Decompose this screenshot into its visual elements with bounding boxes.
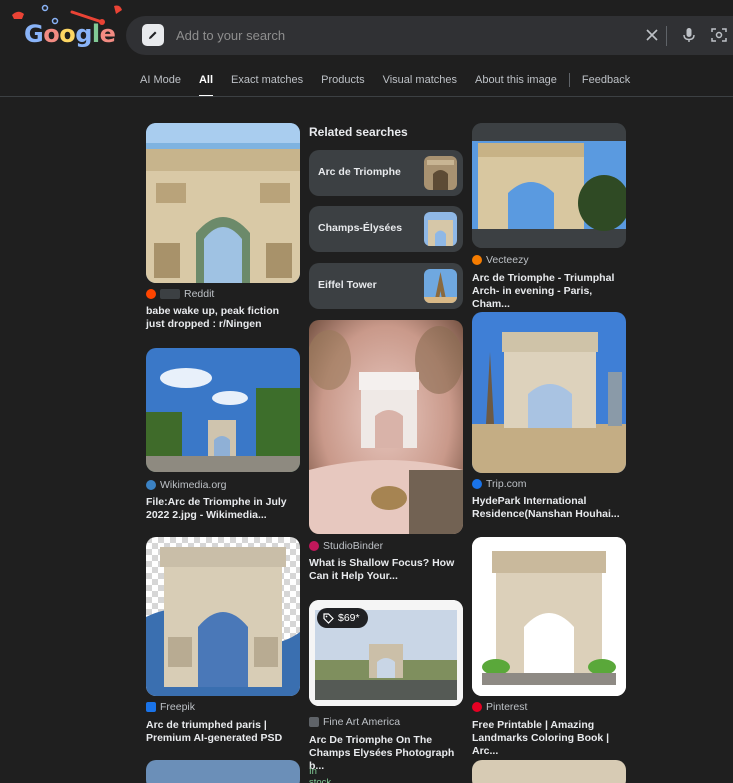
result-source: Reddit (184, 288, 215, 300)
header-divider (0, 96, 733, 97)
price-badge: $69* (317, 608, 368, 628)
related-thumb (424, 156, 457, 190)
tab-all[interactable]: All (198, 73, 214, 97)
search-input[interactable] (176, 16, 626, 55)
trip-favicon-icon (472, 479, 482, 489)
result-source: Freepik (160, 701, 196, 713)
related-chip-label: Champs-Élysées (318, 222, 403, 234)
result-image[interactable] (146, 123, 300, 283)
results-tabs: AI Mode All Exact matches Products Visua… (140, 73, 648, 97)
tab-exact-matches[interactable]: Exact matches (231, 73, 303, 97)
search-divider (666, 26, 667, 46)
stock-status: In stock (309, 766, 332, 783)
image-chip[interactable] (142, 24, 164, 46)
tab-ai-mode[interactable]: AI Mode (140, 73, 181, 97)
related-chip-eiffel-tower[interactable]: Eiffel Tower (309, 263, 463, 309)
mic-icon[interactable] (680, 26, 698, 44)
tab-products[interactable]: Products (321, 73, 364, 97)
related-chip-label: Arc de Triomphe (318, 166, 401, 178)
fine-art-america-favicon-icon (309, 717, 319, 727)
related-chip-champs-elysees[interactable]: Champs-Élysées (309, 206, 463, 252)
result-title[interactable]: babe wake up, peak fiction just dropped … (146, 305, 300, 331)
shield-badge-icon (160, 289, 180, 299)
search-bar (126, 16, 733, 55)
result-image[interactable] (146, 760, 300, 783)
clear-icon[interactable] (643, 26, 661, 44)
result-image[interactable] (309, 320, 463, 534)
result-image[interactable] (146, 348, 300, 472)
freepik-favicon-icon (146, 702, 156, 712)
related-thumb (424, 212, 457, 246)
related-searches-heading: Related searches (309, 125, 408, 139)
related-chip-label: Eiffel Tower (318, 279, 377, 291)
result-image[interactable] (472, 760, 626, 783)
result-image[interactable]: $69* (309, 600, 463, 706)
tab-visual-matches[interactable]: Visual matches (383, 73, 457, 97)
logo-wordmark: Google (24, 20, 116, 48)
result-source: Wikimedia.org (160, 479, 227, 491)
result-source: StudioBinder (323, 540, 384, 552)
related-chip-arc-de-triomphe[interactable]: Arc de Triomphe (309, 150, 463, 196)
pencil-icon (149, 31, 157, 39)
result-title[interactable]: Free Printable | Amazing Landmarks Color… (472, 719, 626, 758)
reddit-favicon-icon (146, 289, 156, 299)
result-image[interactable] (472, 537, 626, 696)
result-image[interactable] (472, 123, 626, 248)
result-title[interactable]: Arc De Triomphe On The Champs Elysées Ph… (309, 734, 463, 773)
tag-icon (323, 612, 334, 624)
wikimedia-favicon-icon (146, 480, 156, 490)
vecteezy-favicon-icon (472, 255, 482, 265)
result-source: Trip.com (486, 478, 527, 490)
result-title[interactable]: What is Shallow Focus? How Can it Help Y… (309, 557, 463, 583)
tab-feedback[interactable]: Feedback (582, 73, 630, 97)
result-source: Pinterest (486, 701, 528, 713)
result-source: Vecteezy (486, 254, 529, 266)
result-title[interactable]: Arc de Triomphe - Triumphal Arch- in eve… (472, 272, 626, 311)
result-image[interactable] (472, 312, 626, 473)
tab-separator (568, 73, 570, 87)
related-thumb (424, 269, 457, 303)
price-text: $69* (338, 612, 360, 624)
result-title[interactable]: HydePark International Residence(Nanshan… (472, 495, 626, 521)
camera-lens-icon[interactable] (710, 26, 728, 44)
google-logo[interactable]: Google (10, 2, 122, 52)
result-image[interactable] (146, 537, 300, 696)
tab-about-this-image[interactable]: About this image (475, 73, 557, 97)
result-title[interactable]: File:Arc de Triomphe in July 2022 2.jpg … (146, 496, 300, 522)
studiobinder-favicon-icon (309, 541, 319, 551)
result-source: Fine Art America (323, 716, 401, 728)
pinterest-favicon-icon (472, 702, 482, 712)
result-title[interactable]: Arc de triumphed paris | Premium AI-gene… (146, 719, 300, 745)
